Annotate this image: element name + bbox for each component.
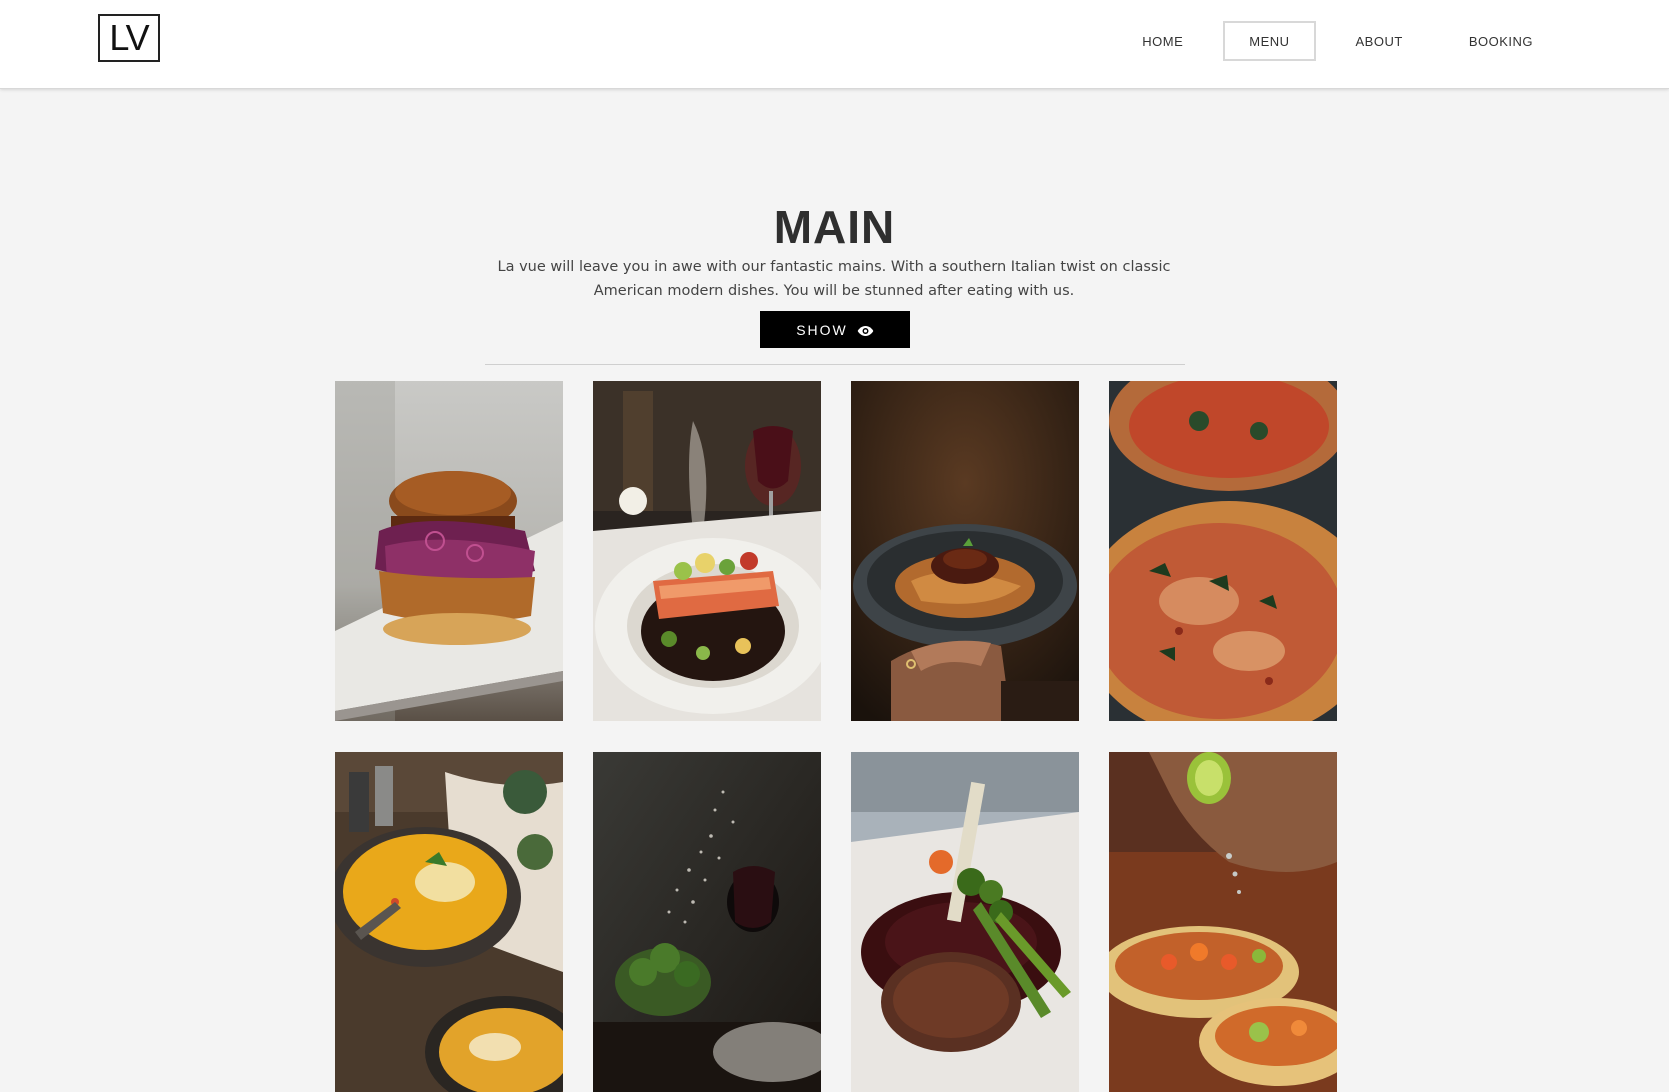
section-divider — [485, 364, 1185, 365]
eye-icon — [857, 324, 874, 336]
show-button[interactable]: SHOW — [760, 311, 910, 348]
burger-photo[interactable] — [335, 381, 563, 721]
top-navbar: LV HOME MENU ABOUT BOOKING — [0, 0, 1669, 89]
spaghetti-bowl-photo[interactable] — [851, 381, 1079, 721]
logo[interactable]: LV — [98, 14, 160, 62]
nav-booking[interactable]: BOOKING — [1443, 21, 1559, 61]
main-nav: HOME MENU ABOUT BOOKING — [1102, 20, 1559, 62]
tacos-lime-photo[interactable] — [1109, 752, 1337, 1092]
nav-menu[interactable]: MENU — [1223, 21, 1316, 61]
curry-soup-photo[interactable] — [335, 752, 563, 1092]
section-description: La vue will leave you in awe with our fa… — [497, 259, 1171, 299]
salmon-plate-photo[interactable] — [593, 381, 821, 721]
broccoli-salt-photo[interactable] — [593, 752, 821, 1092]
steak-photo[interactable] — [851, 752, 1079, 1092]
pizza-photo[interactable] — [1109, 381, 1337, 721]
show-button-label: SHOW — [796, 321, 848, 338]
nav-about[interactable]: ABOUT — [1330, 21, 1429, 61]
nav-home[interactable]: HOME — [1116, 21, 1209, 61]
section-title: MAIN — [773, 201, 896, 253]
